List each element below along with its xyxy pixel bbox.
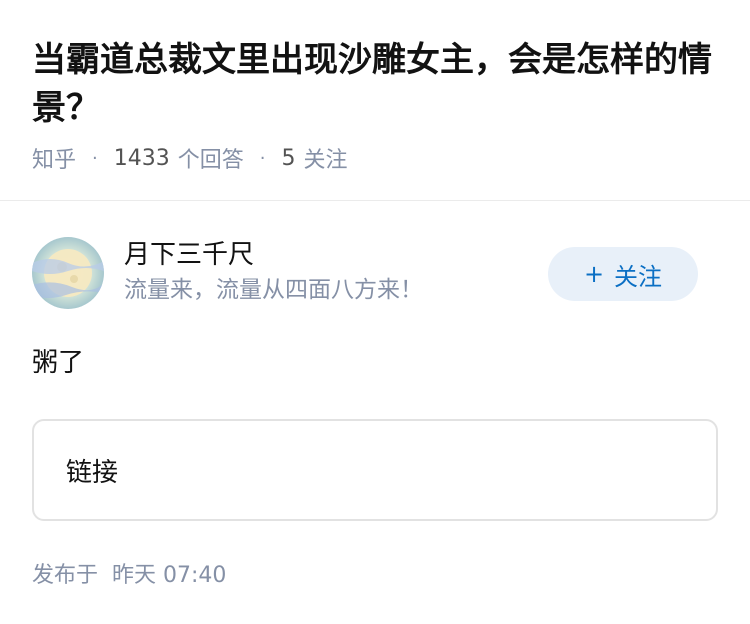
source-label[interactable]: 知乎 — [32, 142, 76, 174]
link-card-label: 链接 — [66, 457, 119, 488]
publish-time: 昨天 07:40 — [112, 563, 227, 588]
answers-count: 1433 — [113, 145, 170, 171]
author-name[interactable]: 月下三千尺 — [124, 237, 423, 273]
followers-count: 5 — [281, 145, 296, 171]
author-bio: 流量来，流量从四面八方来！ — [124, 277, 423, 303]
question-title[interactable]: 当霸道总裁文里出现沙雕女主，会是怎样的情景？ — [32, 36, 722, 132]
link-card[interactable]: 链接 — [32, 419, 718, 521]
follow-button-label: 关注 — [614, 262, 663, 291]
followers-label[interactable]: 关注 — [304, 142, 348, 174]
separator-dot: · — [259, 147, 266, 169]
answers-label[interactable]: 个回答 — [178, 142, 244, 174]
author-info: 月下三千尺 流量来，流量从四面八方来！ — [124, 237, 423, 329]
plus-icon: + — [583, 260, 605, 288]
avatar[interactable] — [32, 237, 104, 309]
author-row: 月下三千尺 流量来，流量从四面八方来！ + 关注 — [32, 201, 718, 329]
question-meta: 知乎 · 1433 个回答 · 5 关注 — [32, 142, 718, 174]
question-header: 当霸道总裁文里出现沙雕女主，会是怎样的情景？ 知乎 · 1433 个回答 · 5… — [0, 0, 750, 201]
answer-section: 月下三千尺 流量来，流量从四面八方来！ + 关注 粥了 链接 发布于 昨天 07… — [0, 201, 750, 589]
answer-text: 粥了 — [32, 348, 85, 378]
separator-dot: · — [92, 147, 98, 169]
follow-button[interactable]: + 关注 — [548, 247, 698, 301]
publish-info: 发布于 昨天 07:40 — [32, 557, 718, 589]
publish-label: 发布于 — [32, 563, 99, 588]
